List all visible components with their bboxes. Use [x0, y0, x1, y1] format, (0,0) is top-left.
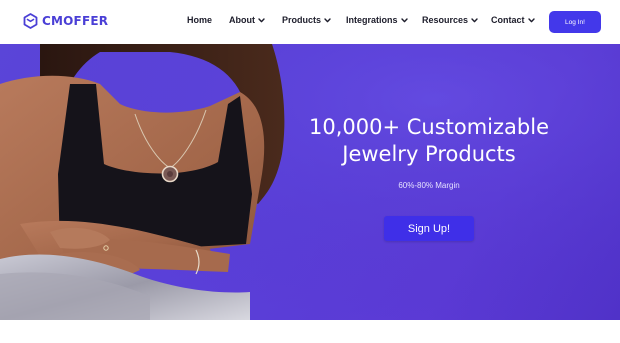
- cube-logo-icon: [23, 13, 38, 29]
- nav-item-contact[interactable]: Contact: [491, 15, 535, 25]
- nav-item-label: Resources: [422, 15, 469, 25]
- brand-logo[interactable]: CMOFFER: [23, 13, 108, 29]
- hero-banner: 10,000+ Customizable Jewelry Products 60…: [0, 44, 620, 320]
- hero-title-line: Jewelry Products: [342, 142, 516, 166]
- hero-subtitle: 60%-80% Margin: [398, 181, 460, 190]
- hero-copy: 10,000+ Customizable Jewelry Products 60…: [290, 114, 568, 190]
- nav-item-resources[interactable]: Resources: [422, 15, 478, 25]
- signup-button[interactable]: Sign Up!: [384, 216, 474, 241]
- nav-item-label: Products: [282, 15, 322, 25]
- nav-item-integrations[interactable]: Integrations: [346, 15, 408, 25]
- hero-title-line: 10,000+ Customizable: [308, 115, 549, 139]
- brand-name: CMOFFER: [42, 14, 109, 28]
- nav-item-label: Contact: [491, 15, 525, 25]
- chevron-down-icon: [527, 17, 535, 22]
- chevron-down-icon: [400, 17, 408, 22]
- nav-item-label: Integrations: [346, 15, 398, 25]
- site-header: CMOFFER Home About Products Integrations…: [0, 0, 620, 44]
- page: CMOFFER Home About Products Integrations…: [0, 0, 620, 343]
- nav-item-label: About: [229, 15, 255, 25]
- nav-item-products[interactable]: Products: [282, 15, 331, 25]
- nav-item-label: Home: [187, 15, 213, 25]
- hero-title: 10,000+ Customizable Jewelry Products: [290, 114, 568, 168]
- below-fold-area: [0, 320, 620, 343]
- login-button[interactable]: Log In!: [549, 11, 601, 33]
- chevron-down-icon: [258, 17, 265, 22]
- nav-item-about[interactable]: About: [229, 15, 265, 25]
- nav-item-home[interactable]: Home: [187, 15, 212, 25]
- chevron-down-icon: [324, 17, 331, 22]
- chevron-down-icon: [471, 17, 478, 22]
